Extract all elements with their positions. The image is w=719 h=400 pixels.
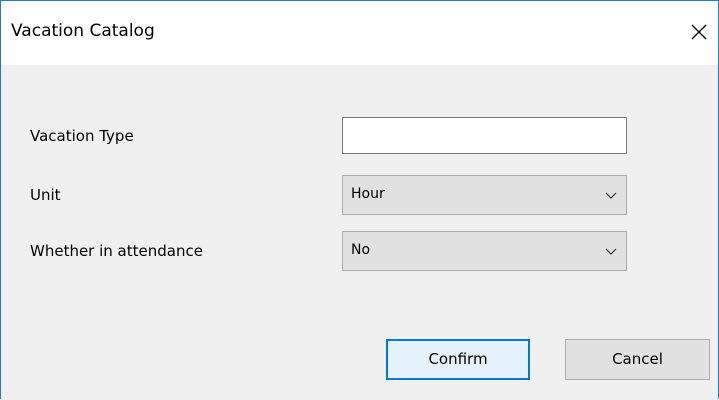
window-title: Vacation Catalog bbox=[11, 21, 155, 41]
confirm-button-label: Confirm bbox=[428, 350, 488, 368]
confirm-button[interactable]: Confirm bbox=[386, 339, 530, 380]
close-icon bbox=[691, 24, 707, 40]
cancel-button[interactable]: Cancel bbox=[565, 339, 710, 380]
attendance-selected-value: No bbox=[351, 242, 371, 258]
attendance-label: Whether in attendance bbox=[30, 242, 203, 260]
attendance-dropdown[interactable]: No bbox=[342, 231, 627, 271]
dialog-body: Vacation Type Unit Hour Whether in atten… bbox=[1, 65, 718, 400]
cancel-button-label: Cancel bbox=[612, 350, 663, 368]
unit-label: Unit bbox=[30, 186, 61, 204]
vacation-type-input[interactable] bbox=[342, 117, 627, 154]
dialog-window: Vacation Catalog Vacation Type Unit Hour… bbox=[0, 0, 719, 400]
close-button[interactable] bbox=[686, 19, 712, 45]
vacation-type-label: Vacation Type bbox=[30, 127, 134, 145]
unit-dropdown[interactable]: Hour bbox=[342, 175, 627, 215]
title-bar: Vacation Catalog bbox=[1, 1, 718, 65]
chevron-down-icon bbox=[605, 192, 617, 199]
chevron-down-icon bbox=[605, 248, 617, 255]
unit-selected-value: Hour bbox=[351, 186, 385, 202]
